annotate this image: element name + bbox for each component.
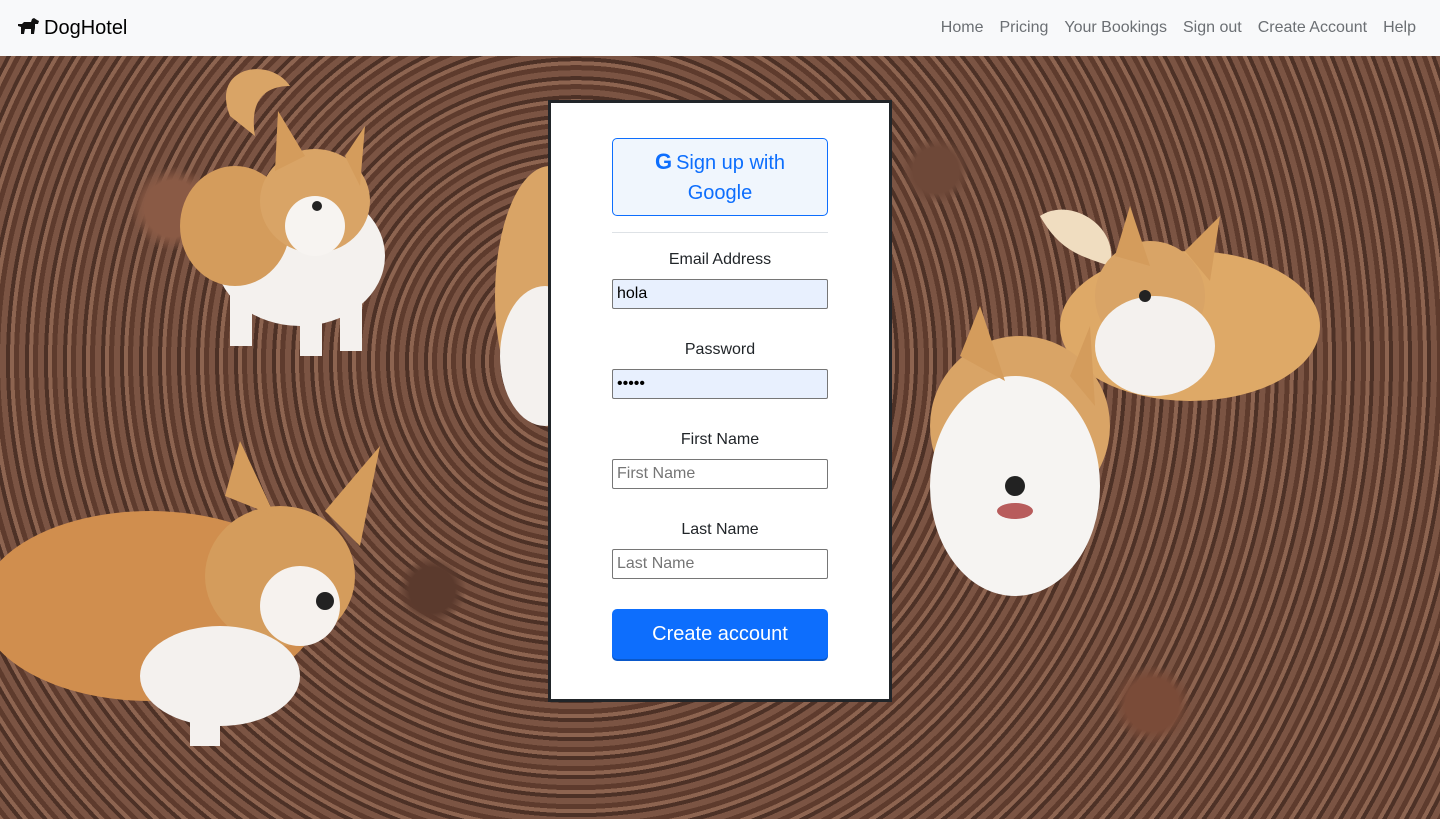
last-name-field-group: Last Name (612, 521, 828, 579)
nav-links: Home Pricing Your Bookings Sign out Crea… (933, 19, 1424, 37)
email-input[interactable] (612, 279, 828, 309)
first-name-field-group: First Name (612, 431, 828, 489)
create-account-button[interactable]: Create account (612, 609, 828, 659)
google-signup-text: Sign up with Google (676, 151, 786, 204)
nav-link-pricing[interactable]: Pricing (991, 19, 1056, 37)
brand-link[interactable]: DogHotel (16, 16, 127, 41)
corgi-image (0, 441, 380, 746)
brand-title: DogHotel (44, 16, 128, 39)
nav-link-home[interactable]: Home (933, 19, 992, 37)
nav-link-create-account[interactable]: Create Account (1250, 19, 1375, 37)
first-name-input[interactable] (612, 459, 828, 489)
email-label: Email Address (668, 251, 772, 268)
last-name-label: Last Name (681, 521, 759, 538)
nav-link-sign-out[interactable]: Sign out (1175, 19, 1250, 37)
dog-logo-icon (16, 16, 40, 41)
first-name-label: First Name (680, 431, 760, 448)
last-name-input[interactable] (612, 549, 828, 579)
signup-card: GSign up with Google Email Address Passw… (548, 100, 892, 702)
nav-link-your-bookings[interactable]: Your Bookings (1056, 19, 1175, 37)
password-label: Password (684, 341, 756, 358)
corgi-image (930, 206, 1320, 596)
google-signup-button[interactable]: G Sign up with Google (612, 138, 828, 216)
google-signup-label: G Sign up with Google (627, 147, 813, 208)
divider (612, 232, 828, 233)
email-field-group: Email Address (612, 251, 828, 309)
nav-link-help[interactable]: Help (1375, 19, 1424, 37)
password-field-group: Password (612, 341, 828, 399)
password-input[interactable] (612, 369, 828, 399)
google-g-icon: G (654, 148, 673, 174)
corgi-image (180, 69, 385, 356)
navbar: DogHotel Home Pricing Your Bookings Sign… (0, 0, 1440, 56)
